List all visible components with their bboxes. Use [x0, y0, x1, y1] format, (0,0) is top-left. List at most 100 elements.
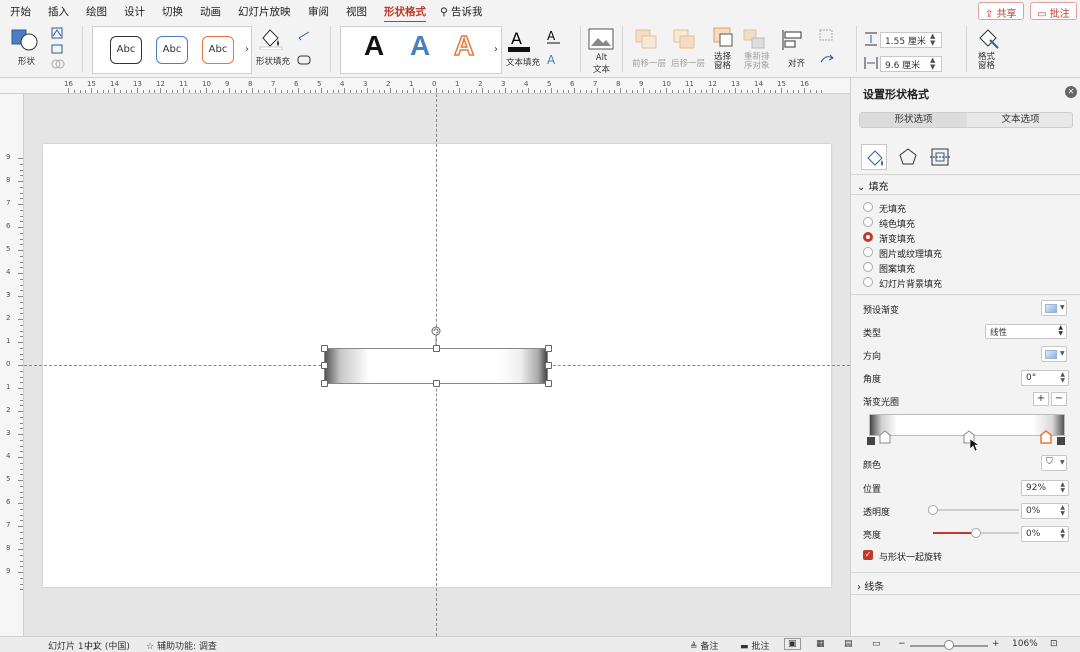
effects-pentagon-icon[interactable]	[895, 144, 921, 170]
color-picker[interactable]: ⛉ ▼	[1041, 455, 1067, 471]
language-indicator[interactable]: 中文 (中国)	[84, 639, 130, 652]
transparency-input[interactable]: 0% ▲ ▼	[1021, 503, 1069, 519]
comments-button[interactable]: ▬ 批注	[740, 639, 769, 652]
style-sample-1[interactable]: Abc	[110, 36, 142, 64]
tab-shape-options[interactable]: 形状选项	[860, 113, 967, 127]
brightness-slider-knob[interactable]	[971, 528, 981, 538]
resize-handle-t[interactable]	[433, 345, 440, 352]
outline-effects-icon[interactable]	[296, 28, 322, 72]
tab-text-options[interactable]: 文本选项	[967, 113, 1074, 127]
tab-animations[interactable]: 动画	[200, 4, 221, 19]
zoom-out-icon[interactable]: −	[898, 639, 906, 649]
width-stepper[interactable]: ▲ ▼	[930, 57, 935, 71]
wordart-more-icon[interactable]: ›	[494, 44, 498, 55]
ruler-tick-label: 5	[547, 80, 552, 88]
fill-line-icon[interactable]	[861, 144, 887, 170]
wordart-style-1[interactable]: A	[364, 30, 384, 62]
normal-view-icon[interactable]: ▣	[784, 638, 801, 650]
send-backward-icon[interactable]	[672, 28, 698, 52]
zoom-level[interactable]: 106%	[1012, 639, 1038, 649]
style-sample-2[interactable]: Abc	[156, 36, 188, 64]
wordart-style-3[interactable]: A	[453, 29, 475, 62]
tab-insert[interactable]: 插入	[48, 4, 69, 19]
tab-design[interactable]: 设计	[124, 4, 145, 19]
close-icon[interactable]: ✕	[1065, 86, 1077, 98]
tab-view[interactable]: 视图	[346, 4, 367, 19]
gallery-more-icon[interactable]: ›	[245, 44, 249, 55]
tab-slideshow[interactable]: 幻灯片放映	[238, 4, 291, 19]
gradient-rectangle-shape[interactable]	[324, 348, 548, 384]
direction-picker[interactable]: ▼	[1041, 346, 1067, 362]
size-properties-icon[interactable]	[927, 144, 953, 170]
tab-transitions[interactable]: 切换	[162, 4, 183, 19]
notes-button[interactable]: ≜ 备注	[690, 639, 718, 652]
tab-review[interactable]: 审阅	[308, 4, 329, 19]
comment-button[interactable]: ▭ 批注	[1030, 2, 1077, 20]
resize-handle-tr[interactable]	[545, 345, 552, 352]
height-stepper[interactable]: ▲ ▼	[930, 33, 935, 47]
gradient-stop-3-selected[interactable]	[1040, 430, 1052, 444]
rotate-with-shape-checkbox[interactable]: ✓	[863, 550, 873, 560]
reading-view-icon[interactable]: ▤	[844, 639, 853, 649]
vruler-tick-label: 9	[6, 153, 11, 161]
alt-text-icon[interactable]	[588, 28, 614, 50]
group-rotate-icon[interactable]	[818, 28, 846, 72]
tab-draw[interactable]: 绘图	[86, 4, 107, 19]
slide-sorter-icon[interactable]: ▦	[816, 639, 825, 649]
align-icon[interactable]	[780, 28, 806, 52]
radio-gradient-fill[interactable]	[863, 232, 873, 242]
transparency-slider-knob[interactable]	[928, 505, 938, 515]
slideshow-icon[interactable]: ▭	[872, 639, 881, 649]
ruler-tick-label: 8	[248, 80, 253, 88]
shape-tools-icon[interactable]	[50, 26, 74, 72]
tab-shape-format[interactable]: 形状格式	[384, 4, 426, 23]
zoom-slider-knob[interactable]	[944, 640, 954, 650]
line-section-header[interactable]: › 线条	[857, 578, 884, 593]
resize-handle-l[interactable]	[321, 362, 328, 369]
resize-handle-tl[interactable]	[321, 345, 328, 352]
text-outline-effects-icon[interactable]: A A	[546, 28, 570, 72]
preset-gradient-picker[interactable]: ▼	[1041, 300, 1067, 316]
tab-home[interactable]: 开始	[10, 4, 31, 19]
vruler-tick-label: 6	[6, 498, 11, 506]
chevron-down-icon: ⌄	[857, 182, 869, 193]
text-fill-icon[interactable]: A	[506, 28, 532, 54]
angle-input[interactable]: 0° ▲ ▼	[1021, 370, 1069, 386]
radio-picture-fill[interactable]	[863, 247, 873, 257]
style-sample-3[interactable]: Abc	[202, 36, 234, 64]
zoom-in-icon[interactable]: +	[992, 639, 1000, 649]
transparency-slider-track[interactable]	[933, 509, 1019, 511]
resize-handle-br[interactable]	[545, 380, 552, 387]
paint-bucket-icon[interactable]	[258, 26, 284, 50]
add-stop-button[interactable]: +	[1033, 392, 1049, 406]
gradient-stop-1[interactable]	[879, 430, 891, 444]
ruler-tick-label: 5	[317, 80, 322, 88]
shapes-icon[interactable]	[10, 28, 40, 52]
radio-pattern-fill[interactable]	[863, 262, 873, 272]
reorder-objects-icon[interactable]	[742, 28, 768, 52]
tab-tell-me[interactable]: ⚲ 告诉我	[440, 4, 483, 19]
type-select[interactable]: 线性 ▲ ▼	[985, 324, 1067, 339]
fit-slide-icon[interactable]: ⊡	[1050, 639, 1058, 649]
selection-pane-icon[interactable]	[712, 26, 736, 50]
radio-solid-fill[interactable]	[863, 217, 873, 227]
resize-handle-b[interactable]	[433, 380, 440, 387]
fill-section-header[interactable]: ⌄ 填充	[857, 178, 889, 193]
bring-forward-icon[interactable]	[634, 28, 660, 52]
resize-handle-r[interactable]	[545, 362, 552, 369]
radio-no-fill[interactable]	[863, 202, 873, 212]
resize-handle-bl[interactable]	[321, 380, 328, 387]
stop-marker-end[interactable]	[1057, 437, 1065, 445]
slide-canvas[interactable]	[24, 94, 850, 636]
radio-slide-bg-fill[interactable]	[863, 277, 873, 287]
ruler-tick-label: 11	[179, 80, 188, 88]
share-button[interactable]: ⇪ 共享	[978, 2, 1024, 20]
stop-marker-start[interactable]	[867, 437, 875, 445]
format-pane-icon[interactable]	[976, 26, 1000, 50]
position-input[interactable]: 92% ▲ ▼	[1021, 480, 1069, 496]
wordart-style-2[interactable]: A	[410, 30, 430, 62]
brightness-input[interactable]: 0% ▲ ▼	[1021, 526, 1069, 542]
vruler-tick-label: 6	[6, 222, 11, 230]
accessibility-status[interactable]: ☆ 辅助功能: 调查	[146, 639, 217, 652]
remove-stop-button[interactable]: −	[1051, 392, 1067, 406]
